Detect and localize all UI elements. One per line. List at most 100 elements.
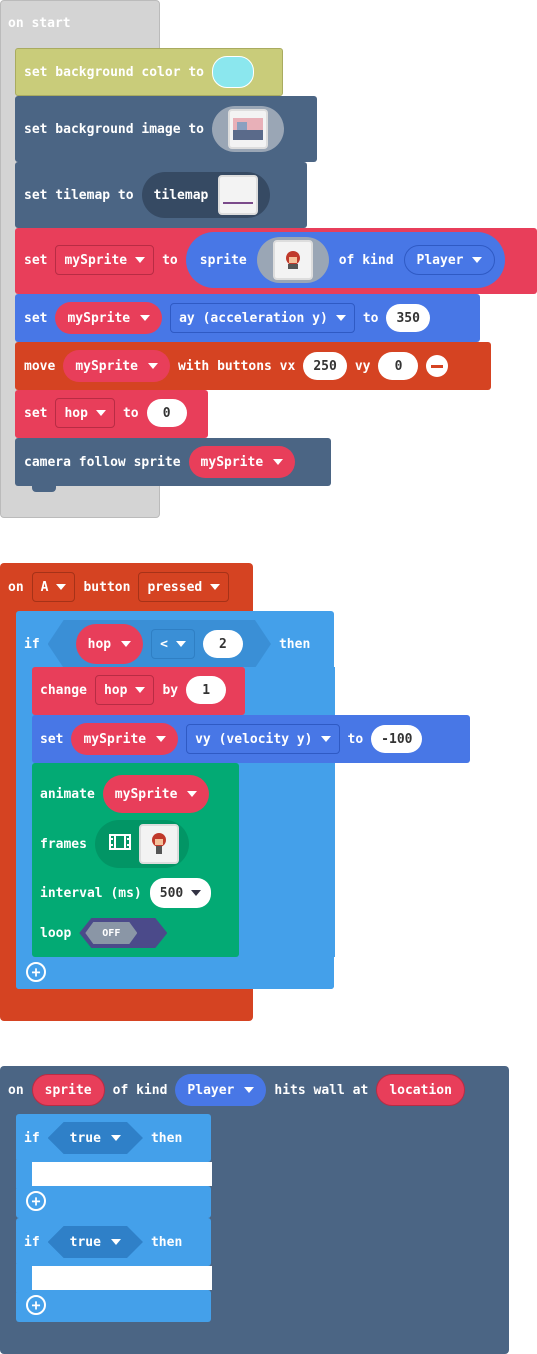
variable-reporter[interactable]: hop xyxy=(76,624,143,664)
chevron-down-icon xyxy=(191,890,202,896)
on-label: on xyxy=(8,579,24,595)
film-icon xyxy=(108,834,131,854)
chevron-down-icon xyxy=(156,736,167,742)
variable-name: hop xyxy=(64,405,88,421)
variable-dropdown[interactable]: mySprite xyxy=(55,245,155,275)
if-mouth xyxy=(32,1266,212,1290)
to-label: to xyxy=(362,310,379,326)
location-parameter[interactable]: location xyxy=(376,1074,465,1106)
vx-value-input[interactable]: 250 xyxy=(303,352,347,380)
on-button-header: on A button pressed xyxy=(8,572,230,602)
variable-name: mySprite xyxy=(83,731,147,747)
set-ay-row: set mySprite ay (acceleration y) to 350 xyxy=(24,302,430,334)
with-buttons-label: with buttons vx xyxy=(177,358,296,374)
vy-value-input[interactable]: 0 xyxy=(378,352,419,380)
chevron-down-icon xyxy=(111,1239,121,1245)
frames-row: frames xyxy=(40,820,189,868)
tilemap-thumbnail[interactable] xyxy=(218,175,259,215)
tilemap-reporter[interactable]: tilemap xyxy=(141,172,271,218)
tilemap-value: tilemap xyxy=(153,187,209,203)
sprite-param-name: sprite xyxy=(44,1082,92,1098)
variable-name: hop xyxy=(103,682,128,698)
variable-dropdown[interactable]: hop xyxy=(55,398,115,428)
set-label: set xyxy=(24,252,48,268)
change-label: change xyxy=(40,682,87,698)
chevron-down-icon xyxy=(335,315,346,321)
velocity-value-input[interactable]: -100 xyxy=(371,725,423,753)
button-label: button xyxy=(83,579,131,595)
if-label: if xyxy=(24,636,40,652)
if-side xyxy=(16,1160,32,1188)
remove-parameter-icon[interactable] xyxy=(426,355,449,377)
hop-value-input[interactable]: 0 xyxy=(146,399,187,427)
property-dropdown[interactable]: vy (velocity y) xyxy=(186,724,340,754)
sprite-parameter[interactable]: sprite xyxy=(31,1074,105,1106)
sprite-variable-reporter[interactable]: mySprite xyxy=(55,302,163,334)
variable-name: mySprite xyxy=(200,454,264,470)
condition-dropdown[interactable]: true xyxy=(48,1122,143,1154)
property-name: ay (acceleration y) xyxy=(179,310,328,326)
frames-label: frames xyxy=(40,836,87,852)
background-image-picker[interactable] xyxy=(212,106,285,152)
button-dropdown[interactable]: A xyxy=(31,572,76,602)
operator-dropdown[interactable]: < xyxy=(151,629,195,659)
sprite-image-thumbnail xyxy=(272,240,313,280)
location-param-name: location xyxy=(389,1082,452,1098)
to-label: to xyxy=(122,405,139,421)
block-notch xyxy=(32,486,56,492)
variable-name: mySprite xyxy=(75,358,138,374)
set-label: set xyxy=(24,405,48,421)
sprite-variable-reporter[interactable]: mySprite xyxy=(188,446,296,478)
of-kind-label: of kind xyxy=(338,252,394,268)
add-else-icon[interactable]: + xyxy=(26,1191,46,1211)
variable-name: mySprite xyxy=(114,786,178,802)
condition-value: true xyxy=(69,1130,101,1146)
if1-row: if true then xyxy=(24,1122,182,1154)
chevron-down-icon xyxy=(140,315,151,321)
if-row: if hop < 2 then xyxy=(24,620,310,668)
bg-color-label: set background color to xyxy=(24,64,205,80)
kind-dropdown[interactable]: Player xyxy=(175,1074,267,1106)
create-sprite-reporter[interactable]: sprite of kind Player xyxy=(185,232,505,288)
interval-dropdown[interactable]: 500 xyxy=(149,878,212,908)
then-label: then xyxy=(278,636,311,652)
variable-dropdown[interactable]: hop xyxy=(94,675,155,705)
animate-label: animate xyxy=(40,786,95,802)
sprite-variable-reporter[interactable]: mySprite xyxy=(71,723,179,755)
compare-value-input[interactable]: 2 xyxy=(203,630,243,658)
loop-row: loop OFF xyxy=(40,918,167,948)
event-dropdown[interactable]: pressed xyxy=(138,572,230,602)
set-hop-row: set hop to 0 xyxy=(24,398,187,428)
property-dropdown[interactable]: ay (acceleration y) xyxy=(170,303,355,333)
sprite-variable-reporter[interactable]: mySprite xyxy=(63,350,170,382)
comparison-reporter[interactable]: hop < 2 xyxy=(48,620,271,668)
sprite-variable-reporter[interactable]: mySprite xyxy=(102,775,210,813)
change-value-input[interactable]: 1 xyxy=(186,676,227,704)
kind-dropdown[interactable]: Player xyxy=(403,245,495,275)
hits-wall-label: hits wall at xyxy=(274,1082,369,1098)
loop-label: loop xyxy=(40,925,72,941)
sprite-image-picker[interactable] xyxy=(256,237,329,283)
if-mouth xyxy=(32,1162,212,1186)
interval-value: 500 xyxy=(159,885,184,901)
variable-name: hop xyxy=(87,636,112,652)
if-footer xyxy=(16,957,334,989)
acceleration-value-input[interactable]: 350 xyxy=(386,304,430,332)
if-label: if xyxy=(24,1130,40,1146)
background-color-swatch[interactable] xyxy=(212,56,255,88)
chevron-down-icon xyxy=(176,641,186,647)
on-label: on xyxy=(8,1082,24,1098)
animation-frames-picker[interactable] xyxy=(94,820,189,868)
loop-toggle[interactable]: OFF xyxy=(79,918,167,948)
hits-wall-header: on sprite of kind Player hits wall at lo… xyxy=(8,1074,465,1106)
change-row: change hop by 1 xyxy=(40,675,227,705)
chevron-down-icon xyxy=(471,257,482,263)
if-label: if xyxy=(24,1234,40,1250)
chevron-down-icon xyxy=(147,363,158,369)
loop-state: OFF xyxy=(85,922,137,944)
add-else-icon[interactable]: + xyxy=(26,1295,46,1315)
chevron-down-icon xyxy=(121,641,131,647)
add-else-icon[interactable]: + xyxy=(26,962,46,982)
condition-dropdown[interactable]: true xyxy=(48,1226,143,1258)
vy-label: vy xyxy=(354,358,371,374)
